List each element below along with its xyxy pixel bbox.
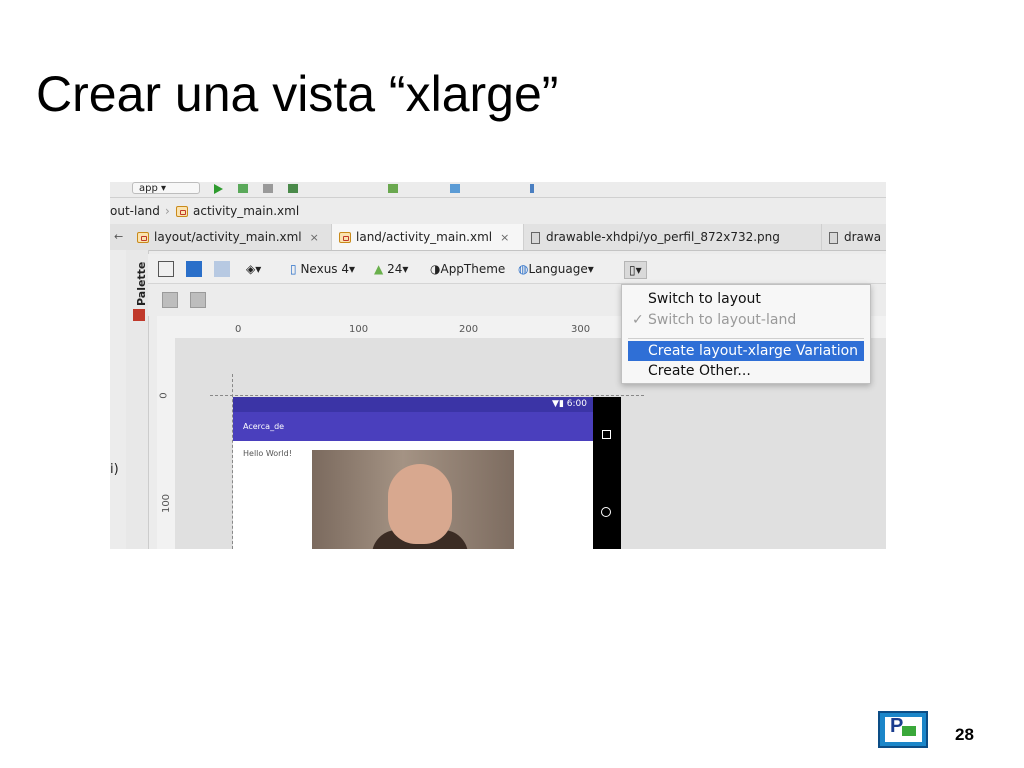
xml-file-icon xyxy=(137,232,149,243)
api-selector[interactable]: ▲ 24▾ xyxy=(374,261,408,277)
debug-icon[interactable] xyxy=(238,184,248,193)
palette-label[interactable]: Palette xyxy=(135,262,148,306)
blueprint-view-icon[interactable] xyxy=(186,261,202,277)
ide-screenshot: app ▾ out-land › activity_main.xml ← lay… xyxy=(110,182,886,549)
app-bar: Acerca_de xyxy=(233,412,593,441)
slide-title: Crear una vista “xlarge” xyxy=(36,66,559,122)
left-gutter: i) xyxy=(110,250,127,549)
phone-icon: ▯ xyxy=(290,262,297,276)
ruler-tick: 100 xyxy=(161,493,173,514)
vertical-ruler: 0 100 xyxy=(157,338,176,549)
ruler-tick: 0 xyxy=(158,392,170,399)
wifi-icon: ▼▮ xyxy=(552,399,564,409)
split-view-icon[interactable] xyxy=(214,261,230,277)
ruler-tick: 100 xyxy=(349,324,369,335)
phone-outline-icon: ▯ xyxy=(629,263,636,277)
zoom-actual-icon[interactable] xyxy=(190,292,206,308)
run-icon[interactable] xyxy=(214,184,223,194)
orientation-icon[interactable]: ◈▾ xyxy=(246,261,261,277)
home-icon xyxy=(601,507,611,517)
app-config-combo[interactable]: app ▾ xyxy=(132,182,200,194)
logo-mark xyxy=(902,726,916,736)
sdk-icon[interactable] xyxy=(450,184,460,193)
tab-arrow-icon[interactable]: ← xyxy=(114,230,123,243)
menu-item-create-xlarge[interactable]: Create layout-xlarge Variation xyxy=(628,341,864,361)
main-toolbar: app ▾ xyxy=(110,182,886,198)
hello-text[interactable]: Hello World! xyxy=(243,449,292,458)
recents-icon xyxy=(602,430,611,439)
image-file-icon xyxy=(531,231,540,244)
device-preview: ▼▮ 6:00 Acerca_de Hello World! xyxy=(233,397,621,549)
tab-close-icon[interactable]: × xyxy=(310,231,319,244)
ruler-tick: 200 xyxy=(459,324,479,335)
language-selector[interactable]: ◍Language▾ xyxy=(518,261,594,277)
tab-drawable-image[interactable]: drawable-xhdpi/yo_perfil_872x732.png xyxy=(524,224,822,250)
palette-icon xyxy=(133,309,145,321)
ruler-tick: 0 xyxy=(235,324,242,335)
nav-bar xyxy=(593,397,621,549)
xml-file-icon xyxy=(339,232,351,243)
profile-icon[interactable] xyxy=(263,184,273,193)
ruler-tick: 300 xyxy=(571,324,591,335)
theme-selector[interactable]: ◑AppTheme xyxy=(430,261,505,277)
profile-photo[interactable] xyxy=(312,450,514,549)
layout-variants-button[interactable]: ▯▾ xyxy=(624,261,647,279)
page-number: 28 xyxy=(955,725,974,744)
breadcrumb-file[interactable]: activity_main.xml xyxy=(176,204,299,218)
help-icon[interactable] xyxy=(530,184,534,193)
photo-face xyxy=(388,464,452,544)
tab-land-activity-main[interactable]: land/activity_main.xml × xyxy=(332,224,524,250)
breadcrumb: out-land › activity_main.xml xyxy=(110,200,886,222)
menu-item-create-other[interactable]: Create Other... xyxy=(622,361,870,381)
device-selector[interactable]: ▯ Nexus 4▾ xyxy=(290,261,355,277)
image-file-icon xyxy=(829,231,838,244)
zoom-fit-icon[interactable] xyxy=(162,292,178,308)
sync-icon[interactable] xyxy=(288,184,298,193)
android-icon: ▲ xyxy=(374,262,384,276)
logo: P xyxy=(878,711,928,748)
tab-layout-activity-main[interactable]: layout/activity_main.xml × xyxy=(130,224,332,250)
avd-icon[interactable] xyxy=(388,184,398,193)
layout-editor-toolbar: ◈▾ ▯ Nexus 4▾ ▲ 24▾ ◑AppTheme ◍Language▾… xyxy=(148,254,886,284)
layout-variants-menu: Switch to layout ✓ Switch to layout-land … xyxy=(621,284,871,384)
globe-icon: ◍ xyxy=(518,262,529,276)
menu-item-switch-to-layout-land: ✓ Switch to layout-land xyxy=(632,312,797,328)
xml-file-icon xyxy=(176,206,188,217)
guide-line-horizontal xyxy=(210,395,644,396)
breadcrumb-folder[interactable]: out-land xyxy=(110,204,160,218)
design-view-icon[interactable] xyxy=(158,261,174,277)
status-bar: ▼▮ 6:00 xyxy=(233,397,593,412)
editor-tab-bar: ← layout/activity_main.xml × land/activit… xyxy=(110,224,886,251)
tab-close-icon[interactable]: × xyxy=(500,231,509,244)
tab-drawable-truncated[interactable]: drawa xyxy=(822,224,886,250)
check-icon: ✓ xyxy=(632,312,644,328)
breadcrumb-separator: › xyxy=(165,204,170,218)
menu-item-switch-to-layout[interactable]: Switch to layout xyxy=(622,289,870,309)
side-panel-text: i) xyxy=(110,462,119,477)
menu-separator xyxy=(628,338,864,339)
theme-icon: ◑ xyxy=(430,262,441,276)
